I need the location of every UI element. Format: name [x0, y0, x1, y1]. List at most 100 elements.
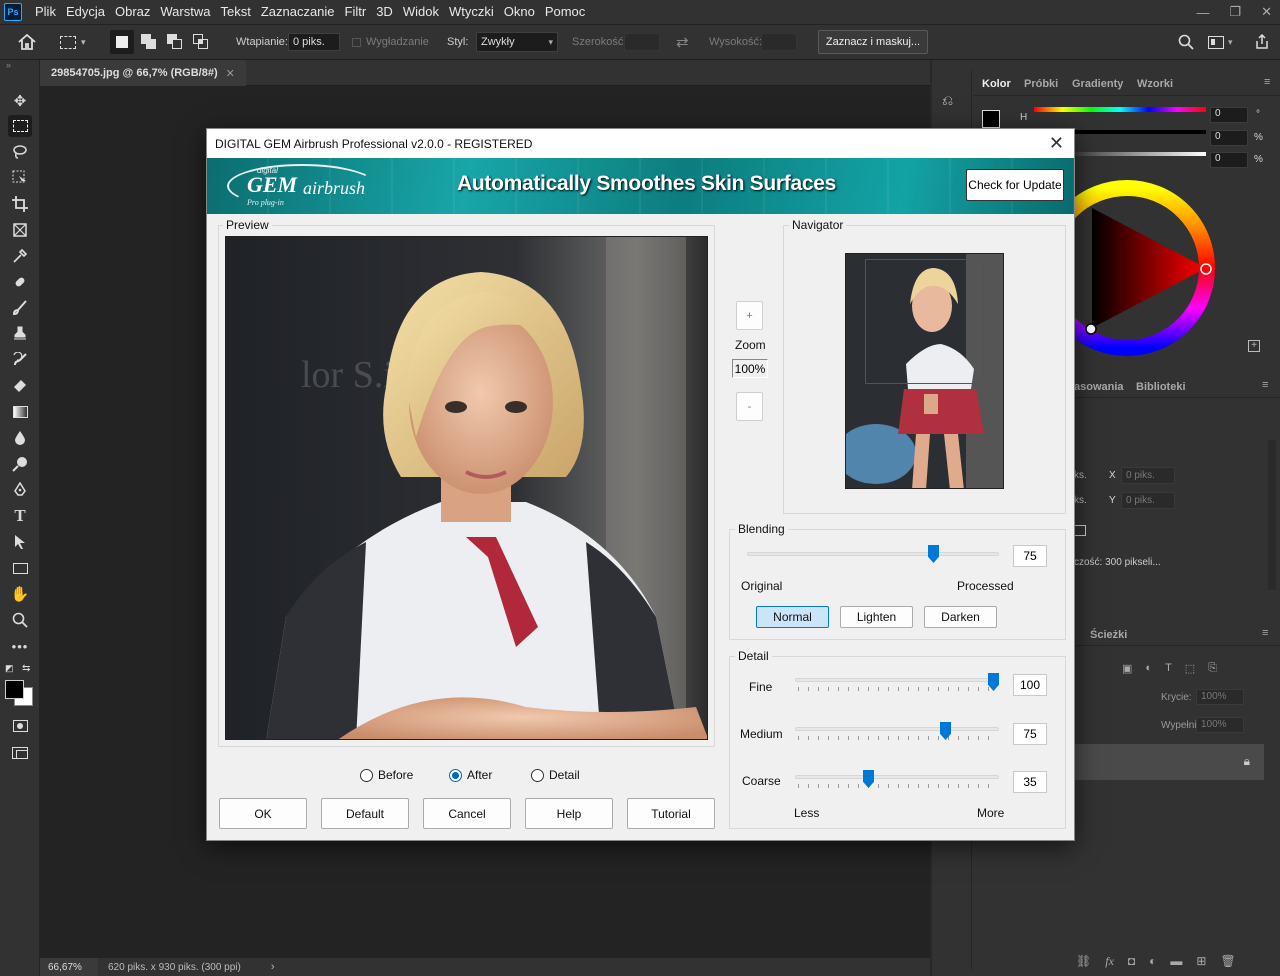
subtract-selection-icon[interactable]: [167, 25, 183, 59]
healing-brush-tool-icon[interactable]: [8, 271, 32, 293]
blend-normal-button[interactable]: Normal: [756, 606, 829, 628]
share-icon[interactable]: [1254, 25, 1270, 59]
tutorial-button[interactable]: Tutorial: [627, 798, 715, 829]
menu-tekst[interactable]: Tekst: [215, 0, 255, 24]
tab-biblioteki[interactable]: Biblioteki: [1136, 381, 1186, 393]
tab-sciezki[interactable]: Ścieżki: [1090, 629, 1127, 641]
history-brush-tool-icon[interactable]: [8, 349, 32, 371]
view-before-radio[interactable]: Before: [360, 768, 413, 782]
menu-obraz[interactable]: Obraz: [110, 0, 155, 24]
pen-tool-icon[interactable]: [8, 479, 32, 501]
feather-input[interactable]: 0 piks.: [288, 33, 340, 51]
fine-slider[interactable]: [795, 673, 999, 697]
tab-probki[interactable]: Próbki: [1024, 78, 1058, 90]
tab-kolor[interactable]: Kolor: [982, 78, 1011, 90]
help-button[interactable]: Help: [525, 798, 613, 829]
fg-color-chip[interactable]: [982, 110, 1000, 128]
stamp-tool-icon[interactable]: [8, 323, 32, 345]
status-arrow-icon[interactable]: ›: [271, 961, 275, 973]
move-tool-icon[interactable]: ✥: [8, 90, 32, 112]
workspace-icon[interactable]: ▾: [1208, 25, 1233, 59]
add-color-icon[interactable]: +: [1248, 340, 1260, 352]
rectangle-tool-icon[interactable]: [8, 557, 32, 579]
layer-row[interactable]: 🔒︎: [1074, 744, 1264, 780]
blending-value[interactable]: 75: [1013, 545, 1047, 567]
foreground-color-swatch[interactable]: [5, 680, 24, 699]
group-folder-icon[interactable]: ▬: [1170, 954, 1182, 969]
zoom-tool-icon[interactable]: [8, 609, 32, 631]
color-wheel[interactable]: [1039, 178, 1218, 358]
search-icon[interactable]: [1178, 25, 1194, 59]
view-after-radio[interactable]: After: [449, 768, 492, 782]
tab-gradienty[interactable]: Gradienty: [1072, 78, 1123, 90]
default-colors-icon[interactable]: ◩: [5, 663, 14, 674]
frame-tool-icon[interactable]: [8, 219, 32, 241]
blend-darken-button[interactable]: Darken: [924, 606, 997, 628]
menu-wtyczki[interactable]: Wtyczki: [444, 0, 499, 24]
history-panel-icon[interactable]: ⎌: [942, 92, 953, 109]
coarse-slider[interactable]: [795, 770, 999, 794]
b-value[interactable]: 0: [1210, 152, 1248, 168]
preview-image[interactable]: lor S.i: [225, 236, 708, 740]
menu-edycja[interactable]: Edycja: [61, 0, 110, 24]
navigator-viewport-rect[interactable]: [865, 259, 984, 384]
style-select[interactable]: Zwykły ▾: [476, 32, 558, 52]
restore-icon[interactable]: ❐: [1229, 4, 1241, 20]
panel-menu-icon[interactable]: ≡: [1264, 76, 1270, 88]
fill-input[interactable]: 100%: [1196, 717, 1244, 733]
more-tools-icon[interactable]: •••: [8, 635, 32, 657]
filter-shape-icon[interactable]: ⬚: [1185, 662, 1195, 675]
navigator-thumbnail[interactable]: [845, 253, 1004, 489]
ok-button[interactable]: OK: [219, 798, 307, 829]
blending-slider[interactable]: [747, 545, 999, 569]
dodge-tool-icon[interactable]: [8, 453, 32, 475]
swap-dimensions-icon[interactable]: ⇄: [676, 25, 689, 59]
intersect-selection-icon[interactable]: [193, 25, 209, 59]
brush-tool-icon[interactable]: [8, 297, 32, 319]
swap-colors-icon[interactable]: ⇆: [22, 663, 30, 674]
filter-type-icon[interactable]: T: [1165, 662, 1172, 675]
menu-zaznaczanie[interactable]: Zaznaczanie: [256, 0, 340, 24]
close-window-icon[interactable]: ✕: [1261, 4, 1272, 20]
antialias-checkbox[interactable]: [352, 37, 361, 47]
default-button[interactable]: Default: [321, 798, 409, 829]
medium-value[interactable]: 75: [1013, 723, 1047, 745]
eraser-tool-icon[interactable]: [8, 375, 32, 397]
zoom-out-button[interactable]: -: [736, 392, 763, 421]
blend-lighten-button[interactable]: Lighten: [840, 606, 913, 628]
menu-filtr[interactable]: Filtr: [340, 0, 372, 24]
zoom-in-button[interactable]: +: [736, 301, 763, 330]
screen-mode-icon[interactable]: [8, 742, 32, 764]
gradient-tool-icon[interactable]: [8, 401, 32, 423]
zoom-level[interactable]: 66,67%: [40, 958, 98, 976]
props-x-input[interactable]: 0 piks.: [1121, 467, 1175, 484]
hue-slider[interactable]: [1034, 107, 1206, 112]
new-selection-icon[interactable]: [110, 25, 134, 59]
medium-slider[interactable]: [795, 722, 999, 746]
coarse-value[interactable]: 35: [1013, 771, 1047, 793]
menu-3d[interactable]: 3D: [371, 0, 398, 24]
menu-okno[interactable]: Okno: [499, 0, 540, 24]
close-tab-icon[interactable]: ✕: [226, 67, 235, 80]
blur-tool-icon[interactable]: [8, 427, 32, 449]
menu-widok[interactable]: Widok: [398, 0, 444, 24]
check-for-update-button[interactable]: Check for Update: [966, 169, 1064, 201]
filter-adjust-icon[interactable]: ◐: [1145, 662, 1152, 675]
h-value[interactable]: 0: [1210, 107, 1248, 123]
layer-lock-icon[interactable]: 🔒︎: [1244, 754, 1250, 769]
blending-thumb[interactable]: [928, 545, 939, 563]
filter-pixel-icon[interactable]: ▣: [1122, 662, 1132, 675]
add-selection-icon[interactable]: [141, 25, 157, 59]
mid-panel-menu-icon[interactable]: ≡: [1262, 379, 1268, 391]
dialog-close-icon[interactable]: ✕: [1049, 133, 1064, 153]
view-detail-radio[interactable]: Detail: [531, 768, 580, 782]
type-tool-icon[interactable]: T: [8, 505, 32, 527]
marquee-tool-preset-icon[interactable]: ▾: [60, 25, 86, 59]
path-selection-tool-icon[interactable]: [8, 531, 32, 553]
quick-mask-icon[interactable]: [8, 715, 32, 737]
minimize-icon[interactable]: —: [1196, 5, 1209, 20]
object-selection-tool-icon[interactable]: [8, 167, 32, 189]
cancel-button[interactable]: Cancel: [423, 798, 511, 829]
link-layers-icon[interactable]: ⛓: [1076, 954, 1091, 969]
crop-tool-icon[interactable]: [8, 193, 32, 215]
